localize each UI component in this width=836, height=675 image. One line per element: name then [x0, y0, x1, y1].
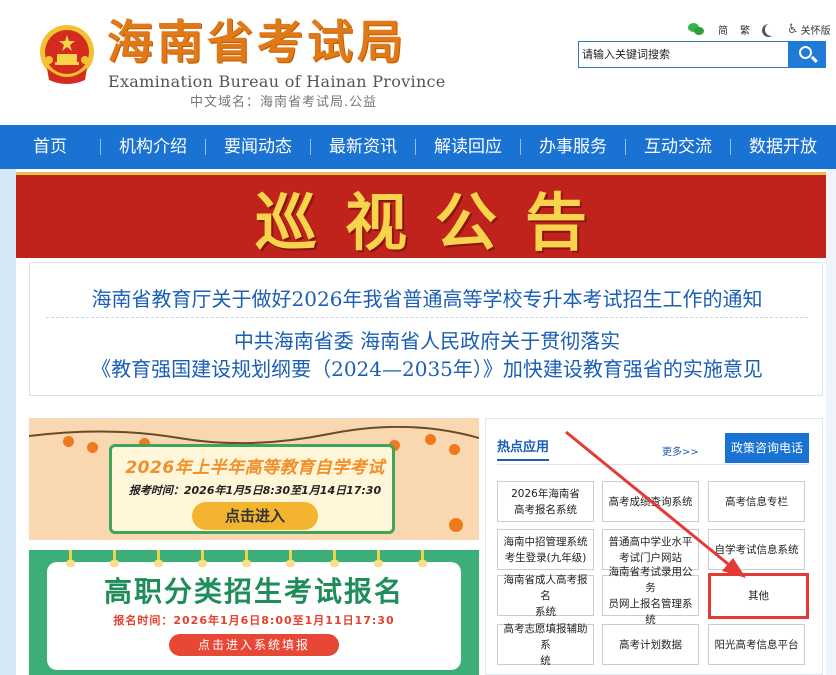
- hot-apps-title[interactable]: 热点应用: [497, 436, 550, 461]
- accessibility-icon: ♿: [787, 21, 799, 37]
- app-gaokao-info-column[interactable]: 高考信息专栏: [708, 481, 805, 522]
- self-study-exam-title: 2026年上半年高等教育自学考试: [125, 458, 385, 478]
- accessibility-mode-button[interactable]: ♿ 关怀版: [787, 22, 831, 37]
- vocational-enrollment-title: 高职分类招生考试报名: [103, 575, 404, 608]
- left-background-stripe: [0, 169, 16, 675]
- site-subtitle: Examination Bureau of Hainan Province: [108, 72, 446, 91]
- nav-item-services[interactable]: 办事服务: [521, 125, 625, 169]
- nav-item-about[interactable]: 机构介绍: [101, 125, 205, 169]
- wechat-button[interactable]: [688, 22, 706, 36]
- nav-item-home[interactable]: 首页: [0, 125, 100, 169]
- app-sunshine-gaokao[interactable]: 阳光高考信息平台: [708, 624, 805, 665]
- moon-icon: [765, 23, 778, 36]
- nav-item-open-data[interactable]: 数据开放: [731, 125, 835, 169]
- app-gaokao-plan-data[interactable]: 高考计划数据: [602, 624, 699, 665]
- policy-hotline-tab[interactable]: 政策咨询电话: [725, 433, 809, 463]
- nav-item-latest[interactable]: 最新资讯: [311, 125, 415, 169]
- self-study-enter-button[interactable]: 点击进入: [192, 502, 318, 530]
- search-bar: [578, 41, 826, 68]
- notice-link-2[interactable]: 中共海南省委 海南省人民政府关于贯彻落实: [30, 325, 824, 354]
- inspection-banner[interactable]: 巡视公告: [16, 172, 826, 259]
- vocational-enrollment-time: 报名时间：2026年1月6日8:00至1月11日17:30: [113, 614, 395, 627]
- search-button[interactable]: [788, 41, 826, 68]
- app-others[interactable]: 其他: [708, 573, 809, 619]
- app-adult-gaokao-registration[interactable]: 海南省成人高考报名 系统: [497, 574, 594, 618]
- app-zhongkao-management[interactable]: 海南中招管理系统 考生登录(九年级): [497, 529, 594, 570]
- site-title: 海南省考试局: [107, 15, 407, 69]
- right-background-stripe: [826, 169, 836, 675]
- hot-apps-panel: 热点应用 更多>> 政策咨询电话 2026年海南省 高考报名系统 高考成绩查询系统…: [485, 418, 823, 675]
- nav-item-interaction[interactable]: 互动交流: [626, 125, 730, 169]
- notice-link-1[interactable]: 海南省教育厅关于做好2026年我省普通高等学校专升本考试招生工作的通知: [30, 283, 824, 312]
- search-input[interactable]: [578, 41, 788, 68]
- hot-apps-more-link[interactable]: 更多>>: [662, 443, 699, 458]
- wechat-icon: [688, 22, 706, 36]
- vocational-enrollment-card: 高职分类招生考试报名 报名时间：2026年1月6日8:00至1月11日17:30…: [47, 562, 461, 670]
- header-tools: 简 繁 ♿ 关怀版: [688, 20, 831, 38]
- hot-apps-header: 热点应用 更多>> 政策咨询电话: [486, 419, 824, 465]
- app-gaokao-registration[interactable]: 2026年海南省 高考报名系统: [497, 481, 594, 522]
- emblem-icon: [40, 25, 94, 84]
- vocational-enrollment-banner[interactable]: 高职分类招生考试报名 报名时间：2026年1月6日8:00至1月11日17:30…: [29, 550, 479, 675]
- simplified-chinese-toggle[interactable]: 简: [718, 22, 728, 37]
- banner-text: 巡视公告: [254, 185, 615, 259]
- app-self-study-info[interactable]: 自学考试信息系统: [708, 529, 805, 570]
- light-bulbs-decoration: [66, 550, 439, 568]
- site-header: 海南省考试局 Examination Bureau of Hainan Prov…: [0, 0, 836, 125]
- app-gaokao-score-query[interactable]: 高考成绩查询系统: [602, 481, 699, 522]
- vocational-enter-button[interactable]: 点击进入系统填报: [169, 634, 339, 656]
- site-domain: 中文域名：海南省考试局.公益: [190, 95, 378, 110]
- nav-item-news[interactable]: 要闻动态: [206, 125, 310, 169]
- orange-branch-decoration: [29, 426, 479, 455]
- app-civil-servant-registration[interactable]: 海南省考试录用公务 员网上报名管理系统: [602, 566, 699, 626]
- notice-divider: [46, 317, 808, 318]
- main-nav: 首页 机构介绍 要闻动态 最新资讯 解读回应 办事服务 互动交流 数据开放: [0, 125, 836, 169]
- notice-link-2-subtitle[interactable]: 《教育强国建设规划纲要（2024—2035年）》加快建设教育强省的实施意见: [30, 353, 824, 382]
- self-study-exam-card: 2026年上半年高等教育自学考试 报考时间：2026年1月5日8:30至1月14…: [109, 444, 395, 534]
- dark-mode-toggle[interactable]: [762, 23, 775, 36]
- traditional-chinese-toggle[interactable]: 繁: [740, 22, 750, 37]
- app-volunteer-assist[interactable]: 高考志愿填报辅助系统: [497, 623, 594, 667]
- self-study-exam-banner[interactable]: 2026年上半年高等教育自学考试 报考时间：2026年1月5日8:30至1月14…: [29, 418, 479, 540]
- accessibility-label: 关怀版: [800, 25, 831, 37]
- self-study-exam-time: 报考时间：2026年1月5日8:30至1月14日17:30: [128, 484, 382, 497]
- nav-item-interpretation[interactable]: 解读回应: [416, 125, 520, 169]
- headline-notices: 海南省教育厅关于做好2026年我省普通高等学校专升本考试招生工作的通知 中共海南…: [29, 262, 823, 396]
